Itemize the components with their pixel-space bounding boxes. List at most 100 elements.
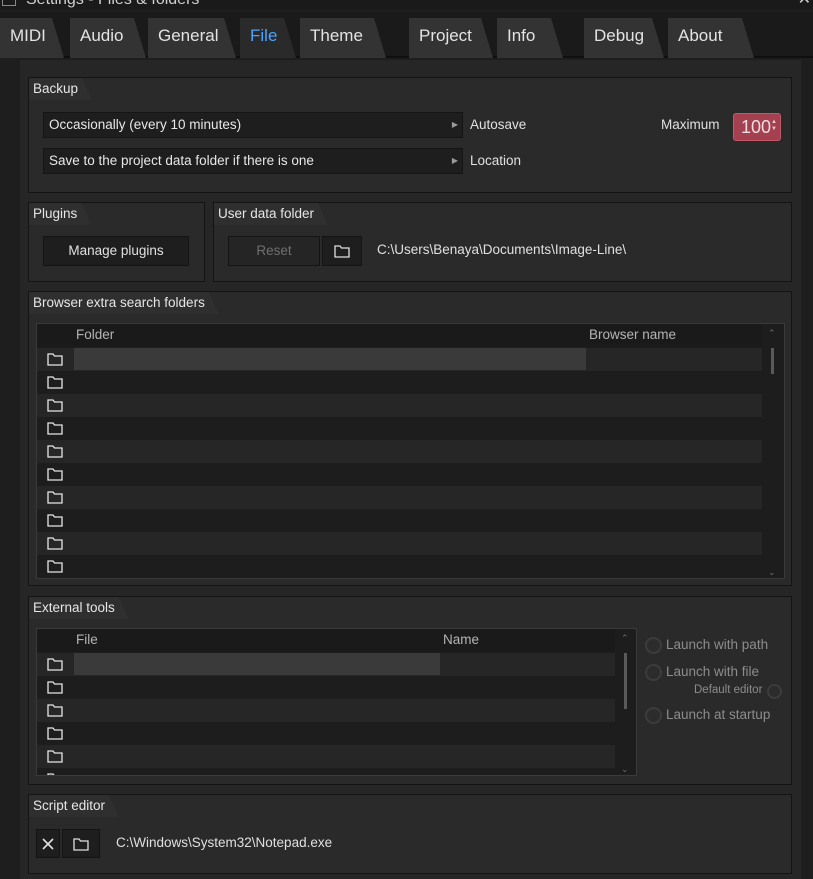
tab-project[interactable]: Project bbox=[409, 18, 493, 58]
radio-circle bbox=[645, 664, 662, 681]
folder-icon[interactable] bbox=[47, 536, 63, 550]
launch-at-startup-label: Launch at startup bbox=[666, 707, 771, 722]
browser-folders-table: Folder Browser name ⌃ ⌄ bbox=[36, 323, 785, 579]
scroll-thumb[interactable] bbox=[624, 653, 627, 709]
folder-icon[interactable] bbox=[47, 657, 63, 671]
table-row[interactable] bbox=[37, 722, 615, 745]
table-header: File Name bbox=[37, 629, 615, 652]
script-editor-title: Script editor bbox=[29, 795, 119, 817]
external-tools-table: File Name ⌃ ⌄ bbox=[36, 628, 637, 776]
folder-icon bbox=[73, 838, 89, 851]
table-row[interactable] bbox=[37, 532, 762, 555]
col-name-header: Name bbox=[443, 632, 480, 647]
scroll-thumb[interactable] bbox=[771, 348, 774, 374]
autosave-value: Occasionally (every 10 minutes) bbox=[49, 117, 242, 132]
maximum-label: Maximum bbox=[661, 117, 720, 132]
dropdown-arrow-icon: ▶ bbox=[451, 120, 458, 129]
autosave-dropdown[interactable]: Occasionally (every 10 minutes) ▶ bbox=[43, 112, 463, 138]
table-row[interactable] bbox=[37, 676, 615, 699]
tab-debug[interactable]: Debug bbox=[584, 18, 664, 58]
script-editor-folder-button[interactable] bbox=[62, 829, 100, 858]
col-folder-header: Folder bbox=[76, 327, 115, 342]
reset-button[interactable]: Reset bbox=[228, 236, 320, 266]
folder-icon[interactable] bbox=[47, 726, 63, 740]
folder-icon[interactable] bbox=[47, 444, 63, 458]
table-row[interactable] bbox=[37, 440, 762, 463]
folder-icon[interactable] bbox=[47, 352, 63, 366]
user-data-path: C:\Users\Benaya\Documents\Image-Line\ bbox=[377, 242, 627, 257]
folder-icon[interactable] bbox=[47, 772, 63, 776]
maximum-spinner[interactable]: 100 ▲ ▼ bbox=[733, 113, 781, 141]
tab-info[interactable]: Info bbox=[497, 18, 563, 58]
folder-icon[interactable] bbox=[47, 559, 63, 573]
window-title: Settings - Files & folders bbox=[26, 0, 199, 9]
radio-circle bbox=[645, 637, 662, 654]
app-icon bbox=[2, 0, 16, 6]
table-row[interactable] bbox=[37, 555, 762, 578]
folder-icon[interactable] bbox=[47, 490, 63, 504]
folder-icon[interactable] bbox=[47, 421, 63, 435]
tab-theme[interactable]: Theme bbox=[300, 18, 386, 58]
backup-title: Backup bbox=[29, 78, 92, 100]
table-row[interactable] bbox=[37, 745, 615, 768]
tab-file[interactable]: File bbox=[240, 18, 296, 58]
browser-scrollbar[interactable]: ⌃ ⌄ bbox=[763, 324, 783, 578]
script-editor-path: C:\Windows\System32\Notepad.exe bbox=[116, 835, 333, 850]
table-row[interactable] bbox=[37, 768, 615, 776]
folder-icon[interactable] bbox=[47, 703, 63, 717]
scroll-up-icon: ⌃ bbox=[768, 328, 776, 338]
table-row[interactable] bbox=[37, 371, 762, 394]
table-row[interactable] bbox=[37, 463, 762, 486]
selected-cell[interactable] bbox=[74, 653, 440, 675]
col-file-header: File bbox=[76, 632, 98, 647]
user-data-folder-button[interactable] bbox=[322, 236, 362, 266]
location-dropdown[interactable]: Save to the project data folder if there… bbox=[43, 148, 463, 174]
table-row[interactable] bbox=[37, 417, 762, 440]
plugins-title: Plugins bbox=[29, 203, 91, 225]
scroll-up-icon: ⌃ bbox=[621, 633, 629, 643]
external-tools-title: External tools bbox=[29, 597, 129, 619]
close-icon bbox=[42, 838, 54, 850]
radio-circle bbox=[645, 707, 662, 724]
tab-about[interactable]: About bbox=[668, 18, 754, 58]
user-data-title: User data folder bbox=[214, 203, 328, 225]
tab-bar: MIDI Audio General File Theme Project In… bbox=[0, 12, 813, 58]
tab-audio[interactable]: Audio bbox=[70, 18, 146, 58]
folder-icon bbox=[334, 245, 350, 258]
folder-icon[interactable] bbox=[47, 398, 63, 412]
selected-cell[interactable] bbox=[74, 348, 586, 370]
window-close-icon[interactable]: ✕ bbox=[798, 0, 811, 9]
table-row[interactable] bbox=[37, 394, 762, 417]
location-value: Save to the project data folder if there… bbox=[49, 153, 314, 168]
window-titlebar: Settings - Files & folders ✕ bbox=[0, 0, 813, 10]
table-row[interactable] bbox=[37, 699, 615, 722]
default-editor-radio[interactable] bbox=[767, 684, 782, 699]
table-row[interactable] bbox=[37, 653, 615, 676]
maximum-value: 100 bbox=[741, 117, 772, 137]
folder-icon[interactable] bbox=[47, 375, 63, 389]
launch-with-file-label: Launch with file bbox=[666, 664, 760, 679]
browser-title: Browser extra search folders bbox=[29, 292, 219, 314]
table-row[interactable] bbox=[37, 486, 762, 509]
manage-plugins-button[interactable]: Manage plugins bbox=[43, 236, 189, 266]
table-header: Folder Browser name bbox=[37, 324, 762, 347]
col-browser-name-header: Browser name bbox=[589, 327, 677, 342]
location-label: Location bbox=[470, 153, 522, 168]
spinner-arrows-icon: ▲ ▼ bbox=[771, 119, 777, 132]
folder-icon[interactable] bbox=[47, 749, 63, 763]
scroll-down-icon: ⌄ bbox=[621, 764, 629, 774]
table-row[interactable] bbox=[37, 509, 762, 532]
launch-with-path-label: Launch with path bbox=[666, 637, 769, 652]
folder-icon[interactable] bbox=[47, 680, 63, 694]
folder-icon[interactable] bbox=[47, 467, 63, 481]
autosave-label: Autosave bbox=[470, 117, 527, 132]
tab-midi[interactable]: MIDI bbox=[0, 18, 64, 58]
folder-icon[interactable] bbox=[47, 513, 63, 527]
table-row[interactable] bbox=[37, 348, 762, 371]
scroll-down-icon: ⌄ bbox=[768, 567, 776, 577]
clear-script-editor-button[interactable] bbox=[36, 829, 60, 858]
tab-general[interactable]: General bbox=[148, 18, 236, 58]
script-editor-section: Script editor bbox=[28, 794, 792, 874]
external-scrollbar[interactable]: ⌃ ⌄ bbox=[616, 629, 636, 775]
dropdown-arrow-icon: ▶ bbox=[451, 156, 458, 165]
